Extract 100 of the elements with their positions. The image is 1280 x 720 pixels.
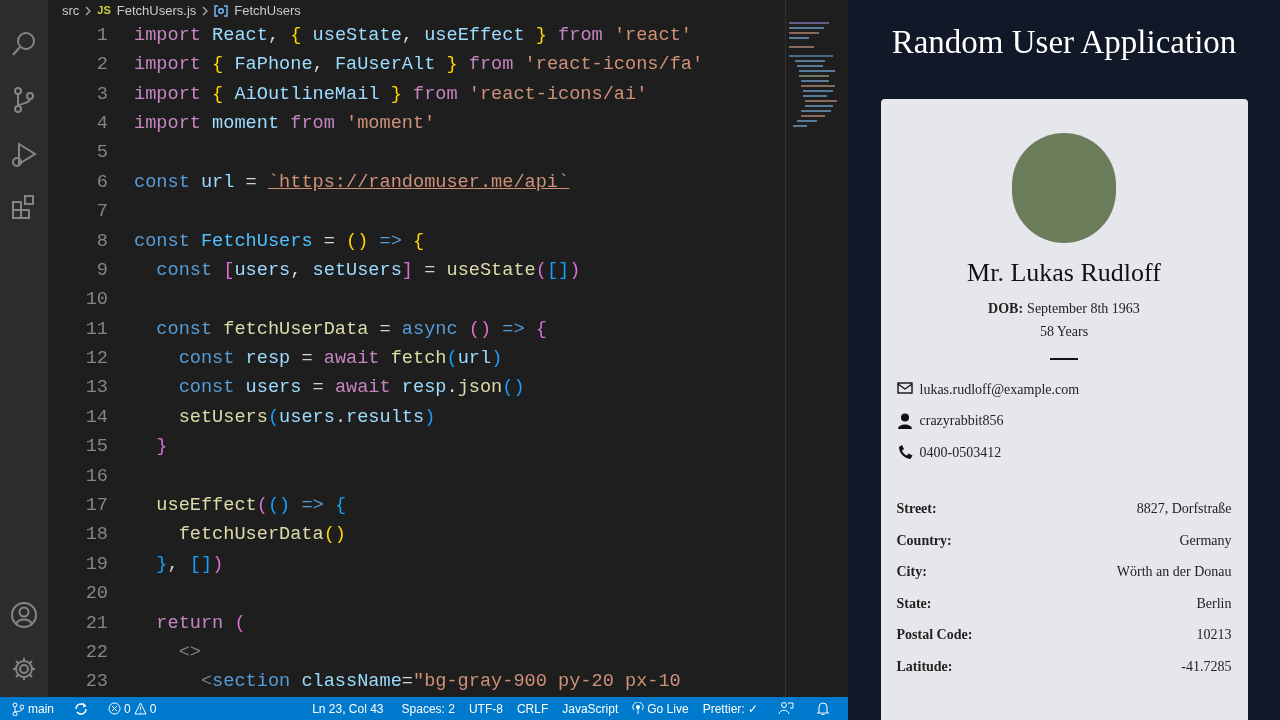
code-token: () xyxy=(468,317,492,342)
problems-indicator[interactable]: 0 0 xyxy=(108,699,157,718)
run-debug-icon[interactable] xyxy=(11,140,37,168)
email-text: lukas.rudloff@example.com xyxy=(919,380,1080,399)
phone-icon xyxy=(896,444,913,461)
breadcrumb-item[interactable]: FetchUsers xyxy=(234,0,301,21)
line-number: 4 xyxy=(95,111,108,136)
line-number: 8 xyxy=(95,229,108,254)
detail-value: Wörth an der Donau xyxy=(1116,563,1232,582)
go-live-label: Go Live xyxy=(647,700,689,718)
detail-label: City: xyxy=(896,563,927,582)
age-text: 58 Years xyxy=(1039,322,1089,341)
code-token: () xyxy=(267,494,291,518)
line-number: 12 xyxy=(84,347,108,372)
line-number: 5 xyxy=(95,141,108,166)
code-token: const xyxy=(177,347,236,372)
line-number: 15 xyxy=(84,435,108,460)
code-token: [] xyxy=(189,552,213,577)
code-token: () xyxy=(346,229,369,254)
source-control-icon[interactable] xyxy=(12,86,36,114)
url-link[interactable]: `https://randomuser.me/api` xyxy=(267,168,570,197)
code-token: resp xyxy=(245,347,291,372)
code-token: = xyxy=(244,170,258,195)
detail-label: Latitude: xyxy=(896,657,953,676)
bell-icon xyxy=(816,701,830,716)
code-token: , xyxy=(290,258,303,283)
divider-line xyxy=(1050,357,1078,360)
detail-label: State: xyxy=(896,594,932,613)
code-token: } xyxy=(155,552,168,577)
warning-icon xyxy=(133,702,147,715)
search-icon[interactable] xyxy=(11,30,37,58)
code-token: . xyxy=(446,376,458,401)
branch-indicator[interactable]: main xyxy=(12,699,54,718)
go-live-button[interactable]: Go Live xyxy=(632,699,689,718)
code-token: < xyxy=(199,670,213,695)
app-title: Random User Application xyxy=(891,23,1237,62)
status-item[interactable]: Ln 23, Col 43 xyxy=(312,699,384,718)
code-token: = xyxy=(311,376,325,401)
detail-label: Postal Code: xyxy=(896,626,973,645)
code-token: ( xyxy=(446,347,458,372)
code-token: ( xyxy=(234,611,246,636)
line-number: 23 xyxy=(84,670,108,695)
dob-value: September 8th 1963 xyxy=(1027,299,1140,318)
settings-icon[interactable] xyxy=(11,656,37,682)
feedback-icon xyxy=(778,701,794,716)
code-token: async xyxy=(401,317,459,342)
status-item[interactable]: Spaces: 2 xyxy=(401,699,455,718)
code-token: className xyxy=(301,670,402,695)
code-token: from xyxy=(467,53,515,78)
code-token: FaPhone xyxy=(234,53,313,78)
status-item[interactable]: JavaScript xyxy=(562,699,619,718)
line-number: 2 xyxy=(95,53,108,78)
detail-value: 8827, Dorfstraße xyxy=(1136,500,1232,519)
code-token: = xyxy=(322,229,336,254)
code-token: { xyxy=(290,23,303,48)
account-icon[interactable] xyxy=(10,601,38,629)
detail-value: 10213 xyxy=(1196,626,1232,645)
code-token: 'react-icons/ai' xyxy=(468,82,648,107)
code-token: . xyxy=(334,405,347,430)
code-token: } xyxy=(389,82,402,107)
breadcrumb-item[interactable]: src xyxy=(62,0,80,21)
code-token: moment xyxy=(212,111,280,136)
code-token: url xyxy=(457,347,492,372)
code-token: { xyxy=(413,229,425,254)
code-token: = xyxy=(300,347,314,372)
extensions-icon[interactable] xyxy=(11,194,37,220)
status-item[interactable]: UTF-8 xyxy=(468,699,503,718)
code-token: resp xyxy=(401,376,447,401)
code-token: useEffect xyxy=(424,23,525,48)
code-token: () xyxy=(502,376,525,401)
branch-icon xyxy=(12,701,24,716)
detail-value: Berlin xyxy=(1196,594,1232,613)
username-text: crazyrabbit856 xyxy=(919,412,1004,431)
code-token: { xyxy=(535,317,547,342)
chevron-icon xyxy=(202,5,209,16)
code-token: json xyxy=(457,376,503,401)
code-token: await xyxy=(334,376,392,401)
code-token: ( xyxy=(256,494,268,518)
code-token: import xyxy=(134,53,202,78)
warning-count: 0 xyxy=(149,700,157,718)
line-number: 1 xyxy=(95,23,108,48)
code-token: ] xyxy=(401,258,413,283)
breadcrumb-item[interactable]: FetchUsers.js xyxy=(116,0,197,21)
code-token: ) xyxy=(569,258,581,283)
broadcast-icon xyxy=(632,702,645,715)
code-token: import xyxy=(134,82,202,107)
line-number: 9 xyxy=(95,258,108,283)
line-number: 10 xyxy=(84,288,108,313)
code-token: const xyxy=(134,229,191,254)
status-item[interactable]: CRLF xyxy=(516,699,549,718)
code-token: useState xyxy=(446,258,536,283)
line-number: 19 xyxy=(84,552,108,577)
detail-value: Germany xyxy=(1179,531,1232,550)
code-token: React xyxy=(212,23,268,48)
code-token: FetchUsers xyxy=(200,229,313,254)
code-token: users xyxy=(245,376,302,401)
user-icon xyxy=(896,412,913,429)
symbol-icon xyxy=(214,4,229,17)
dob-label: DOB: xyxy=(988,299,1024,318)
prettier-status[interactable]: Prettier: ✓ xyxy=(702,699,758,718)
